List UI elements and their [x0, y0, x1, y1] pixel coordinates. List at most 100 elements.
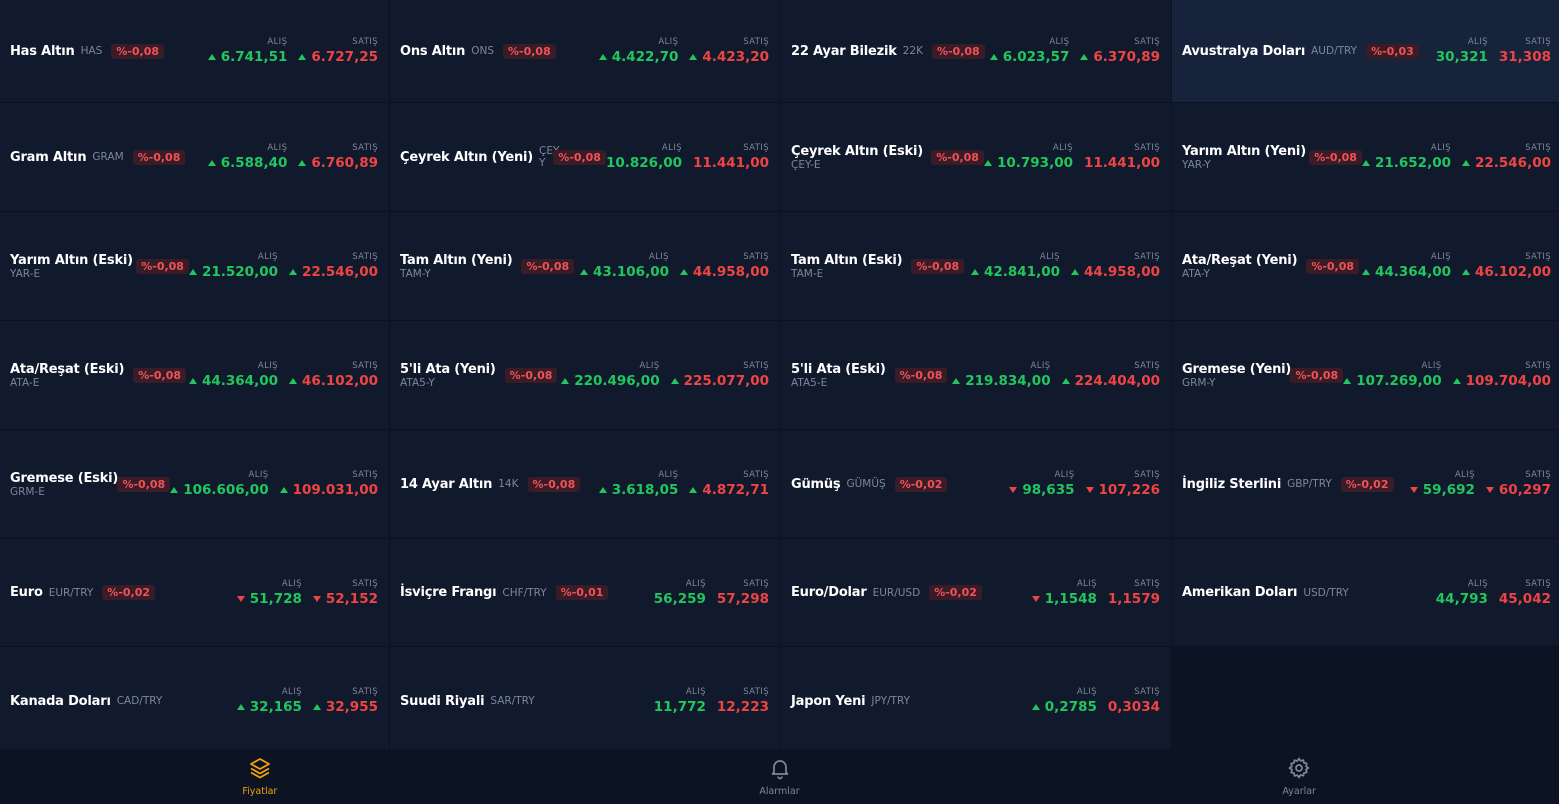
instrument-name-row: Avustralya Doları AUD/TRY — [1182, 44, 1357, 59]
price-card-5-li-ata-eski[interactable]: 5'li Ata (Eski) ATA5-E %-0,08 ALIŞ 219.834,0… — [781, 321, 1171, 429]
price-values: ALIŞ 44,793 SATIŞ 45,042 — [1436, 579, 1551, 607]
arrow-up-icon — [288, 269, 297, 275]
buy-price-column: ALIŞ 1,1548 — [1031, 579, 1097, 607]
price-card-gremese-yeni[interactable]: Gremese (Yeni) GRM-Y %-0,08 ALIŞ 107.269,00 S… — [1172, 321, 1559, 429]
instrument-code: ATA5-Y — [400, 376, 435, 389]
price-card-euro[interactable]: Euro EUR/TRY %-0,02 ALIŞ 51,728 SATIŞ 52,152 — [0, 539, 389, 646]
price-card-14-ayar-altin[interactable]: 14 Ayar Altın 14K %-0,08 ALIŞ 3.618,05 SATIŞ 4… — [390, 430, 780, 538]
instrument-name: Japon Yeni — [791, 693, 866, 709]
price-card-has-altin[interactable]: Has Altın HAS %-0,08 ALIŞ 6.741,51 SATIŞ 6.727… — [0, 0, 389, 102]
sell-price: 32,955 — [312, 699, 378, 715]
change-badge: %-0,02 — [102, 585, 156, 600]
price-card-ata-resat-eski[interactable]: Ata/Reşat (Eski) ATA-E %-0,08 ALIŞ 44.364,00… — [0, 321, 389, 429]
arrow-up-icon — [598, 54, 607, 60]
price-card-gremese-eski[interactable]: Gremese (Eski) GRM-E %-0,08 ALIŞ 106.606,00 S… — [0, 430, 389, 538]
sell-price-label: SATIŞ — [352, 578, 378, 589]
price-card-ceyrek-altin-yeni[interactable]: Çeyrek Altın (Yeni) ÇEY-Y %-0,08 ALIŞ 10.826… — [390, 103, 780, 211]
buy-price-column: ALIŞ 59,692 — [1409, 470, 1475, 498]
price-card-ata-resat-yeni[interactable]: Ata/Reşat (Yeni) ATA-Y %-0,08 ALIŞ 44.364,00… — [1172, 212, 1559, 320]
arrow-up-icon — [1452, 378, 1461, 384]
instrument-name: 5'li Ata (Eski) — [791, 361, 886, 377]
price-values: ALIŞ 98,635 SATIŞ 107,226 — [1009, 470, 1160, 498]
instrument-name-row: 5'li Ata (Yeni) ATA5-Y — [400, 362, 496, 389]
arrow-up-icon — [579, 269, 588, 275]
sell-price-value: 109.031,00 — [292, 482, 378, 498]
instrument-name: Ata/Reşat (Yeni) — [1182, 252, 1298, 268]
arrow-down-icon — [312, 595, 321, 602]
buy-price: 30,321 — [1436, 49, 1488, 65]
buy-price-value: 219.834,00 — [965, 373, 1051, 389]
price-card-gram-altin[interactable]: Gram Altın GRAM %-0,08 ALIŞ 6.588,40 SATIŞ 6.7… — [0, 103, 389, 211]
sell-price: 57,298 — [717, 591, 769, 607]
buy-price: 6.741,51 — [207, 49, 287, 65]
sell-price-column: SATIŞ 57,298 — [717, 579, 769, 607]
price-card-euro-dolar[interactable]: Euro/Dolar EUR/USD %-0,02 ALIŞ 1,1548 SATIŞ 1,… — [781, 539, 1171, 646]
buy-price-label: ALIŞ — [1454, 470, 1475, 480]
change-badge: %-0,08 — [1306, 258, 1360, 274]
sell-price: 22.546,00 — [288, 264, 378, 280]
arrow-up-icon — [1343, 378, 1352, 384]
instrument-name: Euro/Dolar — [791, 585, 867, 600]
buy-price-value: 98,635 — [1022, 482, 1075, 498]
sell-price-column: SATIŞ 32,955 — [312, 687, 378, 715]
sell-price-column: SATIŞ 60,297 — [1485, 470, 1551, 498]
nav-ayarlar[interactable]: Ayarlar — [1039, 749, 1559, 804]
instrument-name-row: Ons Altın ONS — [400, 44, 494, 59]
instrument-code: 14K — [498, 478, 519, 490]
price-values: ALIŞ 1,1548 SATIŞ 1,1579 — [1031, 579, 1160, 607]
instrument-code: USD/TRY — [1303, 586, 1349, 599]
instrument-name: Kanada Doları — [10, 693, 111, 709]
instrument-name-row: Tam Altın (Eski) TAM-E — [791, 253, 903, 280]
price-card-5-li-ata-yeni[interactable]: 5'li Ata (Yeni) ATA5-Y %-0,08 ALIŞ 220.496,0… — [390, 321, 780, 429]
change-badge: %-0,08 — [1309, 149, 1362, 165]
price-card-suudi-riyali[interactable]: Suudi Riyali SAR/TRY ALIŞ 11,772 SATIŞ 12,223 — [390, 647, 780, 755]
price-card-amerikan-dolari[interactable]: Amerikan Doları USD/TRY ALIŞ 44,793 SATIŞ 45,… — [1172, 539, 1559, 646]
price-values: ALIŞ 107.269,00 SATIŞ 109.704,00 — [1343, 361, 1551, 389]
price-card-ceyrek-altin-eski[interactable]: Çeyrek Altın (Eski) ÇEY-E %-0,08 ALIŞ 10.793… — [781, 103, 1171, 211]
price-card-ons-altin[interactable]: Ons Altın ONS %-0,08 ALIŞ 4.422,70 SATIŞ 4.423… — [390, 0, 780, 102]
price-values: ALIŞ 11,772 SATIŞ 12,223 — [654, 687, 769, 715]
buy-price-label: ALIŞ — [1030, 361, 1051, 371]
sell-price-column: SATIŞ 22.546,00 — [1461, 143, 1551, 171]
sell-price: 109.704,00 — [1452, 373, 1551, 389]
arrow-down-icon — [1485, 487, 1494, 493]
buy-price-label: ALIŞ — [1467, 578, 1488, 589]
price-card-22-ayar-bilezik[interactable]: 22 Ayar Bilezik 22K %-0,08 ALIŞ 6.023,57 SATI… — [781, 0, 1171, 102]
change-badge: %-0,08 — [504, 367, 558, 383]
instrument-info: Ons Altın ONS — [400, 44, 494, 59]
sell-price-column: SATIŞ 4.423,20 — [689, 37, 769, 65]
change-badge: %-0,08 — [117, 476, 171, 492]
buy-price-label: ALIŞ — [257, 252, 278, 262]
price-card-tam-altin-yeni[interactable]: Tam Altın (Yeni) TAM-Y %-0,08 ALIŞ 43.106,00… — [390, 212, 780, 320]
buy-price-label: ALIŞ — [257, 361, 278, 371]
sell-price: 4.872,71 — [689, 482, 769, 498]
nav-fiyatlar[interactable]: Fiyatlar — [0, 749, 520, 804]
price-card-japon-yeni[interactable]: Japon Yeni JPY/TRY ALIŞ 0,2785 SATIŞ 0,3034 — [781, 647, 1171, 755]
sell-price-label: SATIŞ — [1134, 687, 1160, 697]
sell-price: 60,297 — [1485, 482, 1551, 498]
price-card-gumus[interactable]: Gümüş GÜMÜŞ %-0,02 ALIŞ 98,635 SATIŞ 107,226 — [781, 430, 1171, 538]
instrument-code: YAR-Y — [1182, 158, 1211, 171]
price-values: ALIŞ 30,321 SATIŞ 31,308 — [1436, 37, 1551, 65]
arrow-up-icon — [689, 54, 698, 60]
price-card-avustralya-dolari[interactable]: Avustralya Doları AUD/TRY %-0,03 ALIŞ 30,321… — [1172, 0, 1559, 102]
instrument-name: Tam Altın (Yeni) — [400, 252, 513, 268]
change-badge: %-0,08 — [911, 258, 965, 274]
arrow-down-icon — [1031, 595, 1040, 602]
buy-price-column: ALIŞ 3.618,05 — [598, 470, 678, 498]
sell-price-column: SATIŞ 6.760,89 — [298, 143, 378, 171]
change-badge: %-0,08 — [894, 367, 948, 383]
sell-price: 12,223 — [717, 699, 769, 715]
price-card-ingiliz-sterlini[interactable]: İngiliz Sterlini GBP/TRY %-0,02 ALIŞ 59,692 S… — [1172, 430, 1559, 538]
price-values: ALIŞ 21.520,00 SATIŞ 22.546,00 — [188, 252, 378, 280]
price-card-tam-altin-eski[interactable]: Tam Altın (Eski) TAM-E %-0,08 ALIŞ 42.841,00… — [781, 212, 1171, 320]
nav-alarmlar[interactable]: Alarmlar — [520, 749, 1040, 804]
sell-price: 4.423,20 — [689, 49, 769, 65]
price-values: ALIŞ 21.652,00 SATIŞ 22.546,00 — [1361, 143, 1551, 171]
price-values: ALIŞ 3.618,05 SATIŞ 4.872,71 — [598, 470, 769, 498]
price-card-yarim-altin-yeni[interactable]: Yarım Altın (Yeni) YAR-Y %-0,08 ALIŞ 21.652,… — [1172, 103, 1559, 211]
price-card-isvicre-frangi[interactable]: İsviçre Frangı CHF/TRY %-0,01 ALIŞ 56,259 SAT… — [390, 539, 780, 646]
price-card-yarim-altin-eski[interactable]: Yarım Altın (Eski) YAR-E %-0,08 ALIŞ 21.520,… — [0, 212, 389, 320]
price-values: ALIŞ 42.841,00 SATIŞ 44.958,00 — [970, 252, 1160, 280]
price-card-kanada-dolari[interactable]: Kanada Doları CAD/TRY ALIŞ 32,165 SATIŞ 32,95… — [0, 647, 389, 755]
